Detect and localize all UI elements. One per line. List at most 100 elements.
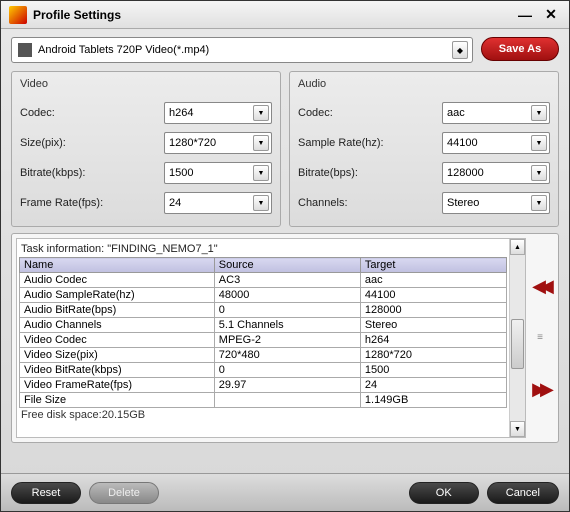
audio-codec-value: aac bbox=[447, 107, 465, 119]
chevron-down-icon: ▼ bbox=[253, 165, 269, 181]
chevron-down-icon: ▼ bbox=[531, 135, 547, 151]
prev-task-button[interactable]: ◀◀ bbox=[532, 276, 548, 297]
save-as-button[interactable]: Save As bbox=[481, 37, 559, 61]
table-row[interactable]: Video Size(pix)720*4801280*720 bbox=[20, 348, 507, 363]
audio-samplerate-value: 44100 bbox=[447, 137, 478, 149]
video-bitrate-value: 1500 bbox=[169, 167, 193, 179]
cell-target: 44100 bbox=[360, 288, 506, 303]
audio-bitrate-value: 128000 bbox=[447, 167, 484, 179]
table-row[interactable]: Audio CodecAC3aac bbox=[20, 273, 507, 288]
task-info-list: Task information: "FINDING_NEMO7_1" Name… bbox=[16, 238, 526, 438]
table-row[interactable]: Audio SampleRate(hz)4800044100 bbox=[20, 288, 507, 303]
close-button[interactable]: ✕ bbox=[541, 6, 561, 23]
cell-source: 5.1 Channels bbox=[214, 318, 360, 333]
footer: Reset Delete OK Cancel bbox=[1, 473, 569, 511]
profile-icon bbox=[18, 43, 32, 57]
cell-target: 1500 bbox=[360, 363, 506, 378]
table-row[interactable]: Video BitRate(kbps)01500 bbox=[20, 363, 507, 378]
cell-name: Video Codec bbox=[20, 333, 215, 348]
chevron-down-icon: ▼ bbox=[531, 105, 547, 121]
audio-samplerate-select[interactable]: 44100 ▼ bbox=[442, 132, 550, 154]
window-title: Profile Settings bbox=[33, 8, 509, 22]
cell-name: Audio Channels bbox=[20, 318, 215, 333]
cell-name: Audio SampleRate(hz) bbox=[20, 288, 215, 303]
video-codec-value: h264 bbox=[169, 107, 193, 119]
chevron-down-icon: ▼ bbox=[531, 165, 547, 181]
ok-button[interactable]: OK bbox=[409, 482, 479, 504]
cancel-button[interactable]: Cancel bbox=[487, 482, 559, 504]
scroll-up-icon[interactable]: ▲ bbox=[510, 239, 525, 255]
video-framerate-select[interactable]: 24 ▼ bbox=[164, 192, 272, 214]
chevron-down-icon: ▼ bbox=[253, 195, 269, 211]
profile-selected-text: Android Tablets 720P Video(*.mp4) bbox=[38, 44, 209, 56]
audio-panel: Audio Codec: aac ▼ Sample Rate(hz): 44100… bbox=[289, 71, 559, 227]
audio-codec-select[interactable]: aac ▼ bbox=[442, 102, 550, 124]
chevron-down-icon: ▼ bbox=[531, 195, 547, 211]
cell-name: Video Size(pix) bbox=[20, 348, 215, 363]
titlebar: Profile Settings — ✕ bbox=[1, 1, 569, 29]
cell-target: Stereo bbox=[360, 318, 506, 333]
video-framerate-value: 24 bbox=[169, 197, 181, 209]
col-source[interactable]: Source bbox=[214, 258, 360, 273]
col-name[interactable]: Name bbox=[20, 258, 215, 273]
dropdown-arrow-icon[interactable]: ◆ bbox=[452, 41, 468, 59]
scroll-thumb[interactable] bbox=[511, 319, 524, 369]
video-framerate-label: Frame Rate(fps): bbox=[20, 197, 164, 209]
cell-source: 29.97 bbox=[214, 378, 360, 393]
table-row[interactable]: File Size 1.149GB bbox=[20, 393, 507, 408]
cell-source: AC3 bbox=[214, 273, 360, 288]
reset-button[interactable]: Reset bbox=[11, 482, 81, 504]
minimize-button[interactable]: — bbox=[515, 7, 535, 23]
cell-source bbox=[214, 393, 360, 408]
profile-settings-window: Profile Settings — ✕ Android Tablets 720… bbox=[0, 0, 570, 512]
cell-target: h264 bbox=[360, 333, 506, 348]
cell-target: 1280*720 bbox=[360, 348, 506, 363]
cell-target: aac bbox=[360, 273, 506, 288]
audio-channels-label: Channels: bbox=[298, 197, 442, 209]
cell-target: 1.149GB bbox=[360, 393, 506, 408]
cell-source: 48000 bbox=[214, 288, 360, 303]
scrollbar[interactable]: ▲ ▼ bbox=[509, 239, 525, 437]
task-info-panel: Task information: "FINDING_NEMO7_1" Name… bbox=[11, 233, 559, 443]
video-size-label: Size(pix): bbox=[20, 137, 164, 149]
chevron-down-icon: ▼ bbox=[253, 135, 269, 151]
table-row[interactable]: Audio Channels5.1 ChannelsStereo bbox=[20, 318, 507, 333]
task-table: Name Source Target Audio CodecAC3aacAudi… bbox=[19, 257, 507, 408]
table-row[interactable]: Video FrameRate(fps)29.9724 bbox=[20, 378, 507, 393]
audio-channels-select[interactable]: Stereo ▼ bbox=[442, 192, 550, 214]
cell-target: 128000 bbox=[360, 303, 506, 318]
video-codec-label: Codec: bbox=[20, 107, 164, 119]
video-bitrate-select[interactable]: 1500 ▼ bbox=[164, 162, 272, 184]
drag-handle-icon[interactable]: ≡ bbox=[537, 332, 543, 343]
next-task-button[interactable]: ▶▶ bbox=[532, 379, 548, 400]
cell-source: 0 bbox=[214, 363, 360, 378]
video-codec-select[interactable]: h264 ▼ bbox=[164, 102, 272, 124]
cell-name: Audio BitRate(bps) bbox=[20, 303, 215, 318]
col-target[interactable]: Target bbox=[360, 258, 506, 273]
audio-samplerate-label: Sample Rate(hz): bbox=[298, 137, 442, 149]
free-disk-text: Free disk space:20.15GB bbox=[19, 408, 507, 422]
cell-name: File Size bbox=[20, 393, 215, 408]
video-size-select[interactable]: 1280*720▼ bbox=[164, 132, 272, 154]
video-legend: Video bbox=[20, 78, 272, 90]
app-icon bbox=[9, 6, 27, 24]
profile-select[interactable]: Android Tablets 720P Video(*.mp4) ◆ bbox=[11, 37, 473, 63]
scroll-down-icon[interactable]: ▼ bbox=[510, 421, 525, 437]
video-bitrate-label: Bitrate(kbps): bbox=[20, 167, 164, 179]
cell-target: 24 bbox=[360, 378, 506, 393]
audio-bitrate-label: Bitrate(bps): bbox=[298, 167, 442, 179]
audio-legend: Audio bbox=[298, 78, 550, 90]
audio-channels-value: Stereo bbox=[447, 197, 479, 209]
cell-source: 0 bbox=[214, 303, 360, 318]
cell-source: 720*480 bbox=[214, 348, 360, 363]
chevron-down-icon: ▼ bbox=[253, 105, 269, 121]
table-row[interactable]: Video CodecMPEG-2h264 bbox=[20, 333, 507, 348]
cell-name: Video FrameRate(fps) bbox=[20, 378, 215, 393]
cell-name: Video BitRate(kbps) bbox=[20, 363, 215, 378]
audio-bitrate-select[interactable]: 128000 ▼ bbox=[442, 162, 550, 184]
delete-button: Delete bbox=[89, 482, 159, 504]
cell-name: Audio Codec bbox=[20, 273, 215, 288]
table-row[interactable]: Audio BitRate(bps)0128000 bbox=[20, 303, 507, 318]
audio-codec-label: Codec: bbox=[298, 107, 442, 119]
video-panel: Video Codec: h264▼ Size(pix): 1280*720▼ … bbox=[11, 71, 281, 227]
